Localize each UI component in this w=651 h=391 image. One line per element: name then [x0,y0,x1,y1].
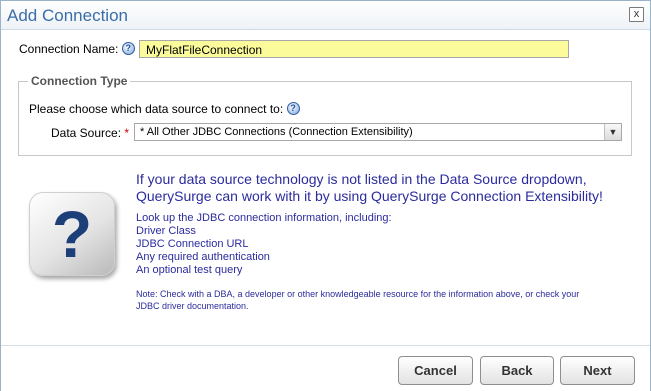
data-source-prompt: Please choose which data source to conne… [29,102,300,116]
jdbc-info-list: Look up the JDBC connection information,… [136,212,636,277]
data-source-prompt-text: Please choose which data source to conne… [29,102,284,116]
chevron-down-icon[interactable]: ▼ [604,124,621,140]
data-source-select[interactable]: * All Other JDBC Connections (Connection… [134,123,622,141]
dialog-titlebar: Add Connection x [1,1,650,30]
list-item: Driver Class [136,225,196,237]
list-item: Any required authentication [136,251,270,263]
help-icon[interactable]: ? [121,42,135,55]
cancel-button[interactable]: Cancel [398,356,473,385]
info-heading: If your data source technology is not li… [136,171,636,205]
data-source-label: Data Source: [51,126,122,140]
lookup-intro: Look up the JDBC connection information,… [136,212,392,224]
data-source-label-row: Data Source: * [51,126,129,140]
back-button[interactable]: Back [480,356,554,385]
add-connection-dialog: Add Connection x Connection Name: ? MyFl… [0,0,651,391]
note-line: JDBC driver documentation. [136,301,249,311]
connection-name-label: Connection Name: [19,42,119,56]
info-heading-line: QuerySurge can work with it by using Que… [136,188,603,204]
required-marker: * [124,126,130,140]
data-source-selected-value: * All Other JDBC Connections (Connection… [140,126,413,138]
connection-name-row: Connection Name: ? [19,42,135,56]
list-item: An optional test query [136,264,243,276]
next-button[interactable]: Next [560,356,635,385]
info-heading-line: If your data source technology is not li… [136,171,587,187]
note-line: Note: Check with a DBA, a developer or o… [136,289,580,299]
question-mark-icon: ? [29,192,115,276]
close-icon[interactable]: x [629,7,644,22]
dialog-title: Add Connection [7,6,128,25]
list-item: JDBC Connection URL [136,238,249,250]
connection-type-legend: Connection Type [31,74,128,88]
help-icon[interactable]: ? [286,102,300,115]
connection-name-input[interactable]: MyFlatFileConnection [139,40,569,58]
info-note: Note: Check with a DBA, a developer or o… [136,288,641,312]
